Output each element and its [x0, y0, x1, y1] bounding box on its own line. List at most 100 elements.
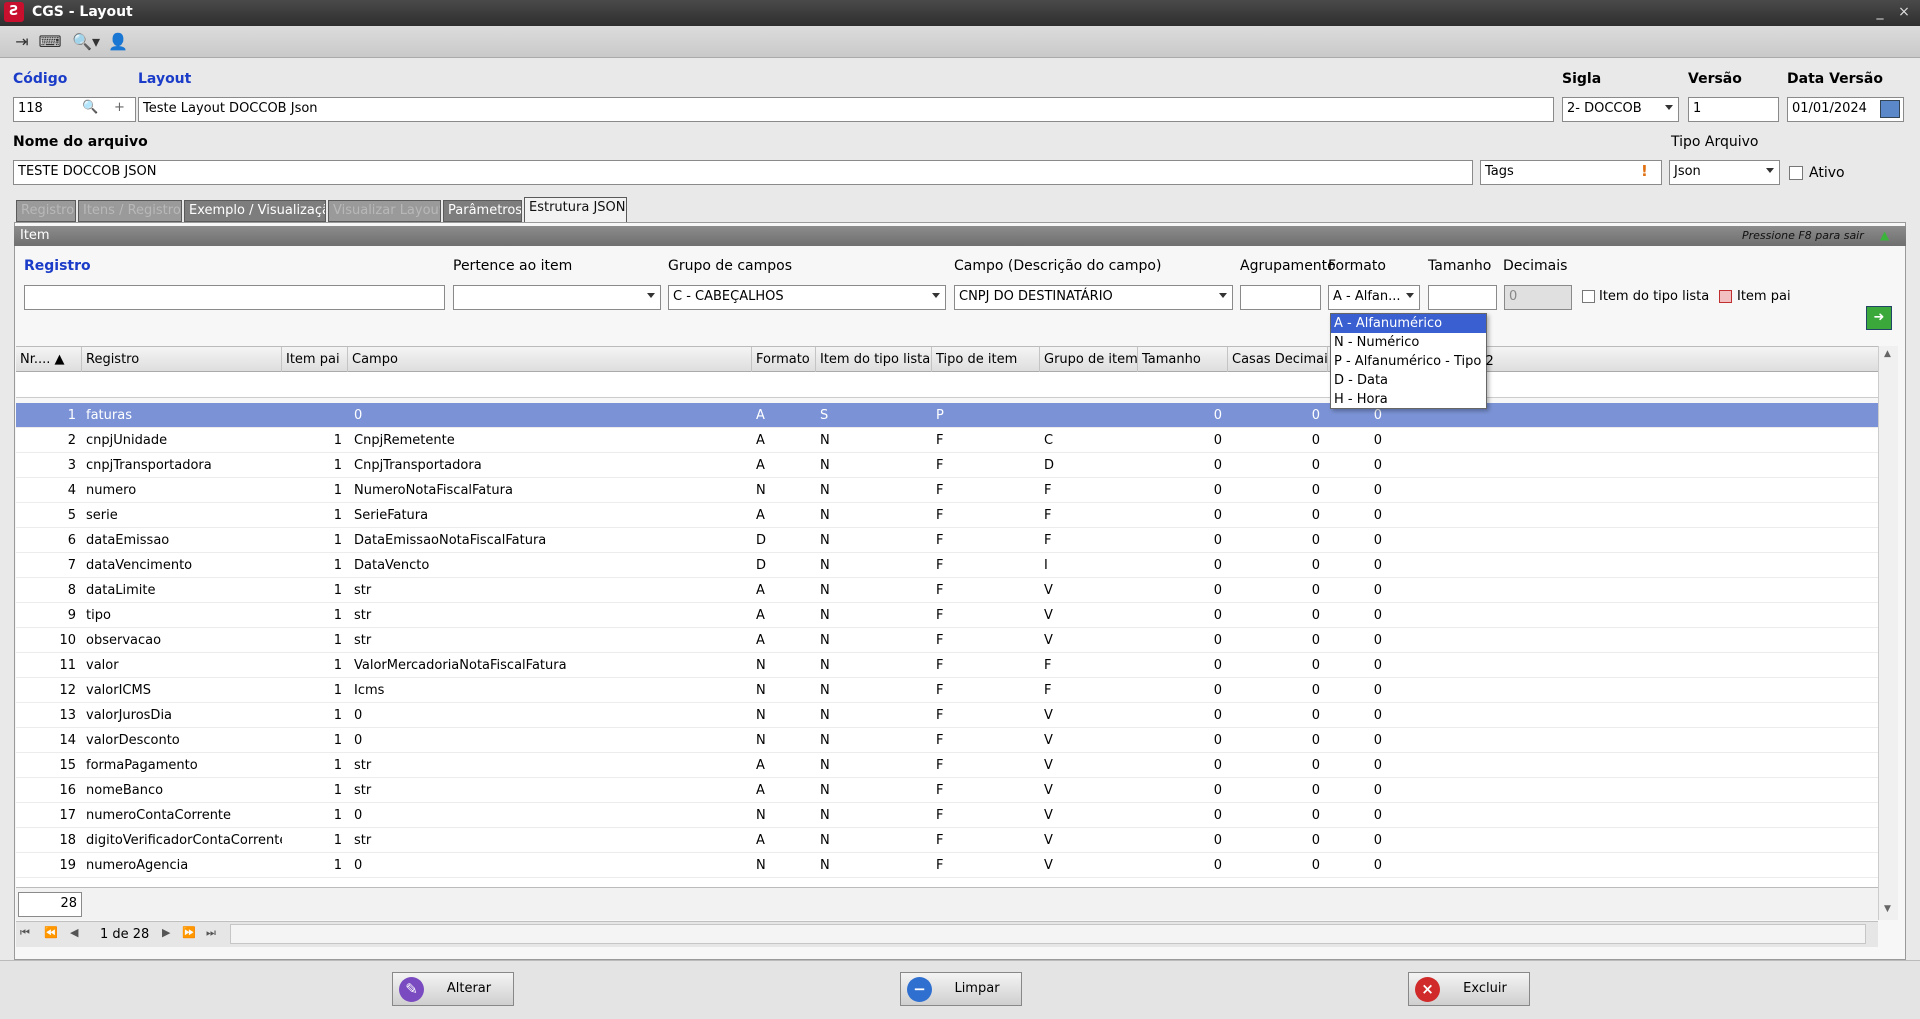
- tamanho-input[interactable]: [1428, 285, 1497, 310]
- table-row[interactable]: 4 numero 1 NumeroNotaFiscalFatura N N F F 0 0 0: [16, 478, 1878, 503]
- column-header-item-pai[interactable]: Item pai: [282, 347, 348, 373]
- grid-filter-row[interactable]: [16, 372, 1878, 398]
- search-icon[interactable]: 🔍: [82, 100, 98, 115]
- table-row[interactable]: 7 dataVencimento 1 DataVencto D N F I 0 0 0: [16, 553, 1878, 578]
- table-row[interactable]: 15 formaPagamento 1 str A N F V 0 0 0: [16, 753, 1878, 778]
- tab-visualizar-layout[interactable]: Visualizar Layout: [328, 200, 441, 222]
- edit-icon: ✎: [399, 977, 424, 1002]
- column-header-item-lista[interactable]: Item do tipo lista: [816, 347, 932, 373]
- item-pai-checkbox[interactable]: [1719, 290, 1732, 303]
- table-row[interactable]: 16 nomeBanco 1 str A N F V 0 0 0: [16, 778, 1878, 803]
- grupo-campos-select[interactable]: C - CABEÇALHOS: [668, 285, 946, 310]
- formato-option-numerico[interactable]: N - Numérico: [1331, 333, 1486, 352]
- formato-select[interactable]: A - Alfan...: [1328, 285, 1420, 310]
- table-row[interactable]: 8 dataLimite 1 str A N F V 0 0 0: [16, 578, 1878, 603]
- registro-input[interactable]: [24, 285, 445, 310]
- alterar-button[interactable]: ✎ Alterar: [392, 972, 514, 1006]
- tipo-arquivo-select[interactable]: Json: [1669, 160, 1780, 185]
- limpar-button[interactable]: − Limpar: [900, 972, 1022, 1006]
- vertical-scrollbar[interactable]: ▲ ▼: [1878, 346, 1898, 920]
- prev-page-icon[interactable]: ◀: [70, 926, 78, 939]
- user-icon[interactable]: 👤: [106, 30, 130, 54]
- pertence-select[interactable]: [453, 285, 661, 310]
- cell-formato: A: [756, 583, 765, 598]
- codigo-input[interactable]: 118 🔍 +: [13, 97, 136, 122]
- column-header-campo[interactable]: Campo: [348, 347, 752, 373]
- column-header-tamanho[interactable]: Tamanho: [1138, 347, 1228, 373]
- cell-registro: cnpjUnidade: [86, 433, 168, 448]
- cell-item-lista: N: [820, 708, 830, 723]
- cell-item-lista: N: [820, 608, 830, 623]
- search-dropdown-icon[interactable]: 🔍▾: [68, 30, 104, 54]
- table-row[interactable]: 13 valorJurosDia 1 0 N N F V 0 0 0: [16, 703, 1878, 728]
- agrupamento-input[interactable]: [1240, 285, 1321, 310]
- cell-casas-decimais: 0: [1311, 508, 1320, 523]
- close-button[interactable]: ×: [1894, 2, 1914, 22]
- table-row[interactable]: 11 valor 1 ValorMercadoriaNotaFiscalFatura N…: [16, 653, 1878, 678]
- table-row[interactable]: 19 numeroAgencia 1 0 N N F V 0 0 0: [16, 853, 1878, 878]
- cell-tipo-item: F: [936, 508, 944, 523]
- layout-input[interactable]: Teste Layout DOCCOB Json: [138, 97, 1554, 122]
- first-page-icon[interactable]: ⏮: [20, 926, 30, 940]
- column-header-nr[interactable]: Nr.... ▲: [16, 347, 82, 373]
- last-page-icon[interactable]: ⏭: [206, 926, 216, 940]
- table-row[interactable]: 2 cnpjUnidade 1 CnpjRemetente A N F C 0 0 0: [16, 428, 1878, 453]
- confirm-arrow-button[interactable]: ➜: [1866, 306, 1892, 330]
- cell-casas-decimais: 0: [1311, 683, 1320, 698]
- next-page-icon[interactable]: ▶: [162, 926, 170, 939]
- next-block-icon[interactable]: ⏩: [182, 926, 196, 939]
- cell-item-lista: N: [820, 783, 830, 798]
- table-row[interactable]: 6 dataEmissao 1 DataEmissaoNotaFiscalFatura…: [16, 528, 1878, 553]
- calendar-icon[interactable]: [1880, 100, 1900, 118]
- table-row[interactable]: 10 observacao 1 str A N F V 0 0 0: [16, 628, 1878, 653]
- keyboard-icon[interactable]: ⌨: [38, 30, 62, 54]
- table-row[interactable]: 14 valorDesconto 1 0 N N F V 0 0 0: [16, 728, 1878, 753]
- item-lista-checkbox[interactable]: [1582, 290, 1595, 303]
- cell-formato: A: [756, 408, 765, 423]
- table-row[interactable]: 5 serie 1 SerieFatura A N F F 0 0 0: [16, 503, 1878, 528]
- formato-option-alfanumerico[interactable]: A - Alfanumérico: [1331, 314, 1486, 333]
- table-row[interactable]: 12 valorICMS 1 Icms N N F F 0 0 0: [16, 678, 1878, 703]
- cell-item-pai: 1: [333, 533, 342, 548]
- tab-parametros[interactable]: Parâmetros: [443, 200, 522, 222]
- ativo-checkbox[interactable]: [1789, 166, 1803, 180]
- excluir-button[interactable]: × Excluir: [1408, 972, 1530, 1006]
- tab-registro[interactable]: Registro: [16, 200, 76, 222]
- formato-option-alfanumerico-tipo2[interactable]: P - Alfanumérico - Tipo 2: [1331, 352, 1494, 371]
- table-row[interactable]: 17 numeroContaCorrente 1 0 N N F V 0 0 0: [16, 803, 1878, 828]
- horizontal-scrollbar[interactable]: [230, 924, 1866, 944]
- formato-option-hora[interactable]: H - Hora: [1331, 390, 1486, 409]
- table-row[interactable]: 9 tipo 1 str A N F V 0 0 0: [16, 603, 1878, 628]
- versao-input[interactable]: 1: [1688, 97, 1779, 122]
- table-row[interactable]: 1 faturas 0 A S P 0 0 0: [16, 403, 1878, 428]
- column-header-grupo-item[interactable]: Grupo de item: [1040, 347, 1138, 373]
- formato-option-data[interactable]: D - Data: [1331, 371, 1486, 390]
- nome-arquivo-input[interactable]: TESTE DOCCOB JSON: [13, 160, 1473, 185]
- scroll-down-icon[interactable]: ▼: [1884, 904, 1891, 914]
- table-row[interactable]: 3 cnpjTransportadora 1 CnpjTransportadora A N…: [16, 453, 1878, 478]
- cell-campo: str: [354, 758, 372, 773]
- nome-arquivo-label: Nome do arquivo: [13, 134, 148, 150]
- table-row[interactable]: 18 digitoVerificadorContaCorrente 1 str A N F V…: [16, 828, 1878, 853]
- cell-extra: 0: [1373, 508, 1382, 523]
- data-versao-input[interactable]: 01/01/2024: [1787, 97, 1904, 122]
- sigla-select[interactable]: 2- DOCCOB: [1562, 97, 1679, 122]
- column-header-formato[interactable]: Formato: [752, 347, 816, 373]
- scroll-up-icon[interactable]: ▲: [1884, 349, 1891, 359]
- cell-casas-decimais: 0: [1311, 583, 1320, 598]
- tab-estrutura-json[interactable]: Estrutura JSON: [524, 197, 627, 222]
- tab-itens-registro[interactable]: Itens / Registro: [78, 200, 182, 222]
- tab-exemplo-visualizacao[interactable]: Exemplo / Visualização: [184, 200, 326, 222]
- tags-input[interactable]: Tags !: [1480, 160, 1662, 185]
- campo-select[interactable]: CNPJ DO DESTINATÁRIO: [954, 285, 1233, 310]
- minimize-button[interactable]: _: [1870, 2, 1890, 22]
- cell-registro: cnpjTransportadora: [86, 458, 212, 473]
- prev-block-icon[interactable]: ⏪: [44, 926, 58, 939]
- plus-icon[interactable]: +: [114, 100, 125, 115]
- column-header-tipo-item[interactable]: Tipo de item: [932, 347, 1040, 373]
- cell-nr: 11: [59, 658, 76, 673]
- column-header-registro[interactable]: Registro: [82, 347, 282, 373]
- arrow-up-icon[interactable]: ▲: [1880, 228, 1889, 242]
- exit-icon[interactable]: ⇥: [10, 30, 34, 54]
- column-header-casas-decimais[interactable]: Casas Decimais: [1228, 347, 1328, 373]
